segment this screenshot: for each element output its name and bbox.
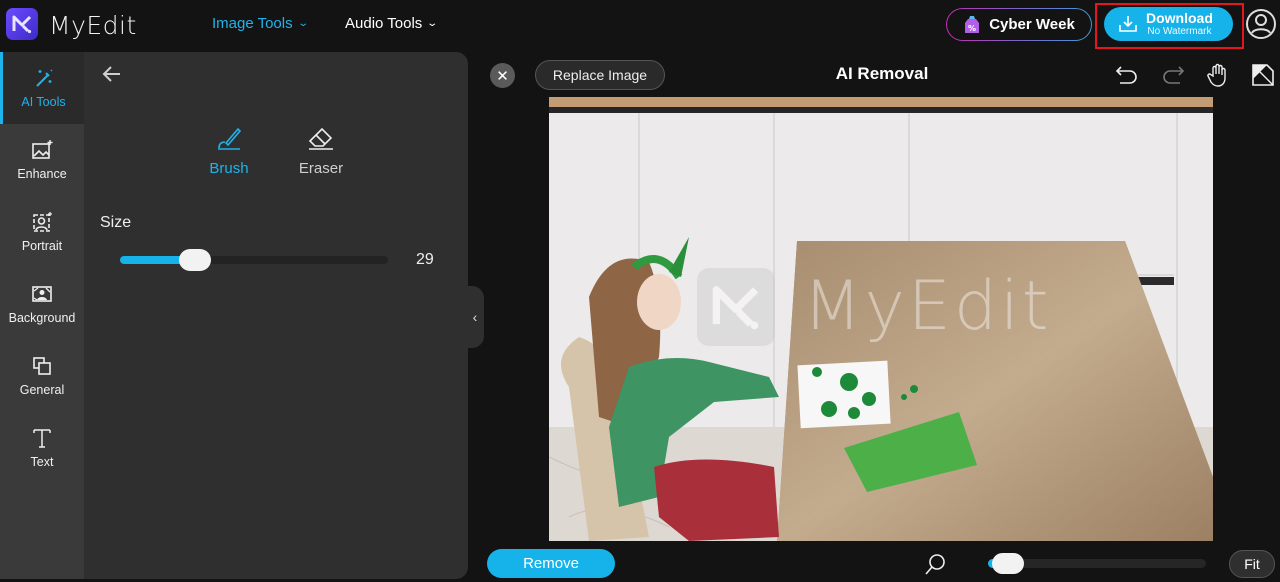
download-button[interactable]: Download No Watermark xyxy=(1104,7,1233,41)
zoom-slider-thumb[interactable] xyxy=(991,553,1024,574)
sidebar-item-enhance[interactable]: Enhance xyxy=(0,124,84,196)
brush-label: Brush xyxy=(209,160,249,177)
magic-wand-icon xyxy=(35,69,52,87)
image-canvas[interactable]: MyEdit xyxy=(549,97,1213,541)
fit-button[interactable]: Fit xyxy=(1229,550,1275,578)
remove-button[interactable]: Remove xyxy=(487,549,615,578)
user-avatar-icon[interactable] xyxy=(1245,8,1277,40)
sidebar-item-general[interactable]: General xyxy=(0,340,84,412)
compare-icon[interactable] xyxy=(1250,62,1276,88)
nav-audio-tools-label: Audio Tools xyxy=(345,15,423,32)
size-label: Size xyxy=(100,214,132,231)
zoom-magnifier-icon xyxy=(925,554,945,575)
close-icon: ✕ xyxy=(496,67,509,85)
cyber-week-button[interactable]: % Cyber Week xyxy=(946,8,1092,41)
undo-icon[interactable] xyxy=(1114,62,1140,88)
general-icon xyxy=(33,357,51,375)
hand-pan-icon[interactable] xyxy=(1205,62,1231,88)
sidebar-item-background[interactable]: Background xyxy=(0,268,84,340)
chevron-down-icon: ⌄ xyxy=(426,18,439,29)
top-bar: MyEdit Image Tools ⌄ Audio Tools ⌄ % Cyb… xyxy=(0,0,1280,50)
size-slider-thumb[interactable] xyxy=(179,249,212,271)
zoom-slider[interactable] xyxy=(988,553,1206,574)
sidebar-item-label: General xyxy=(19,383,65,397)
price-tag-icon: % xyxy=(965,15,980,33)
sidebar: AI Tools Enhance Portrait Background Gen… xyxy=(0,52,84,579)
text-icon xyxy=(33,429,51,448)
size-slider[interactable] xyxy=(120,249,388,271)
background-icon xyxy=(32,286,52,302)
cyber-week-label: Cyber Week xyxy=(989,16,1075,33)
download-sublabel: No Watermark xyxy=(1147,26,1212,37)
app-name: MyEdit xyxy=(49,11,137,40)
eraser-label: Eraser xyxy=(298,160,344,177)
collapse-panel-button[interactable]: ‹ xyxy=(466,286,484,348)
download-label: Download xyxy=(1146,10,1213,26)
sidebar-item-label: Enhance xyxy=(17,167,67,181)
close-button[interactable]: ✕ xyxy=(490,63,515,88)
back-arrow-icon[interactable] xyxy=(100,62,124,86)
editor-title: AI Removal xyxy=(835,64,929,83)
size-value: 29 xyxy=(416,251,434,268)
sidebar-item-ai-tools[interactable]: AI Tools xyxy=(0,52,84,124)
image-enhance-icon xyxy=(32,140,53,159)
photo-girl-crafting xyxy=(549,97,1213,541)
myedit-logo-icon[interactable] xyxy=(6,8,38,40)
eraser-tool[interactable]: Eraser xyxy=(281,124,361,177)
eraser-icon xyxy=(308,127,333,150)
sidebar-item-label: Background xyxy=(8,311,76,325)
brush-icon xyxy=(218,127,242,150)
sidebar-item-portrait[interactable]: Portrait xyxy=(0,196,84,268)
redo-icon[interactable] xyxy=(1160,62,1186,88)
sidebar-item-label: Text xyxy=(30,455,54,469)
nav-audio-tools[interactable]: Audio Tools ⌄ xyxy=(345,15,439,32)
sidebar-item-label: Portrait xyxy=(21,239,63,253)
brush-tool[interactable]: Brush xyxy=(189,124,269,177)
svg-text:%: % xyxy=(968,24,976,33)
download-icon xyxy=(1119,16,1137,32)
chevron-down-icon: ⌄ xyxy=(296,18,309,29)
sidebar-item-text[interactable]: Text xyxy=(0,412,84,484)
tool-panel: Brush Eraser Size 29 xyxy=(84,52,468,579)
chevron-left-icon: ‹ xyxy=(472,309,478,325)
nav-image-tools[interactable]: Image Tools ⌄ xyxy=(212,15,309,32)
nav-image-tools-label: Image Tools xyxy=(212,15,293,32)
replace-image-button[interactable]: Replace Image xyxy=(535,60,665,90)
portrait-icon xyxy=(33,212,52,232)
sidebar-item-label: AI Tools xyxy=(21,95,66,109)
